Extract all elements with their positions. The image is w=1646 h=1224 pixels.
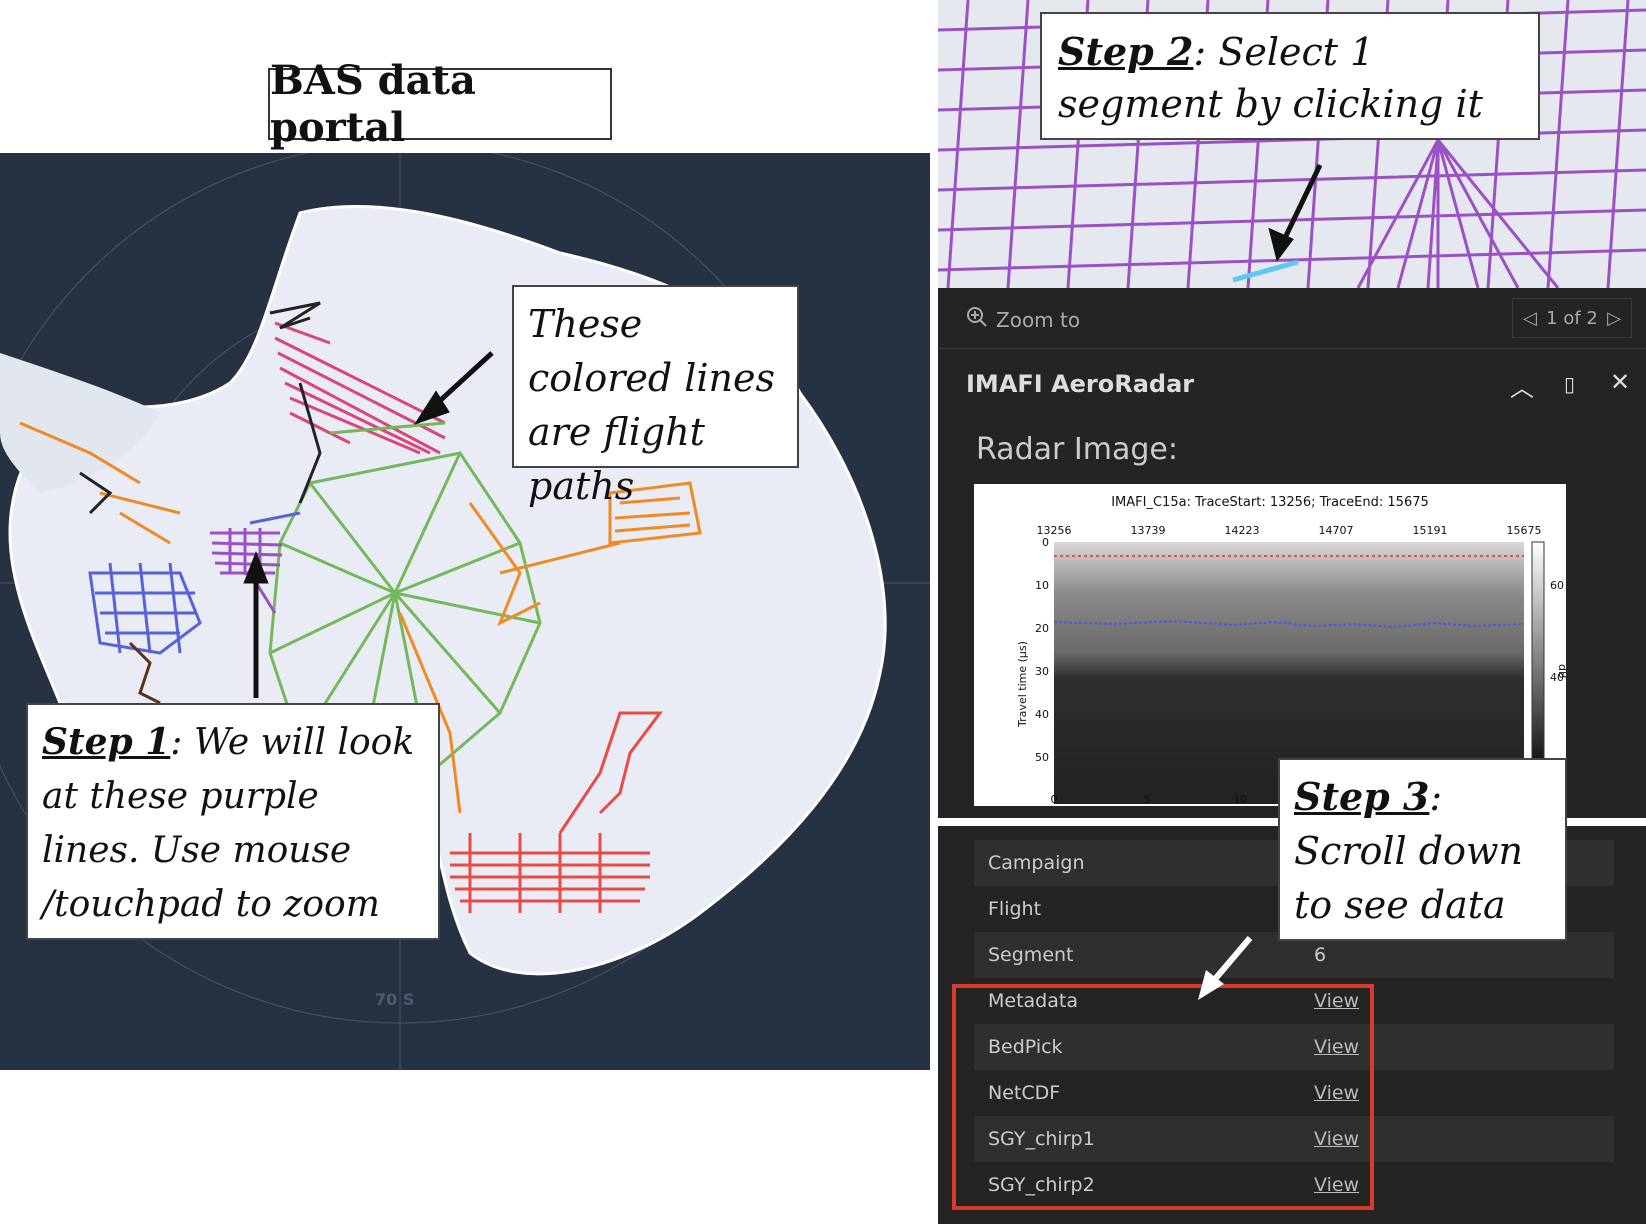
top-tick-label: 15191 [1413,524,1448,537]
popup-title: IMAFI AeroRadar [966,370,1195,398]
bottom-tick-label: 10 [1233,793,1247,806]
y-tick-label: 40 [1035,708,1049,721]
table-row-value: 6 [1314,944,1327,966]
colorbar-tick-label: 60 [1550,579,1564,592]
page-title: BAS data portal [268,57,612,151]
y-tick-label: 0 [1042,536,1049,549]
zoom-to-button[interactable]: Zoom to [966,306,1080,333]
callout-step2: Step 2: Select 1 segment by clicking it [1040,12,1540,140]
table-row-key: Segment [988,944,1074,966]
colorbar [1531,541,1545,783]
step2-label: Step 2 [1058,29,1194,74]
y-axis-label: Travel time (μs) [1016,641,1029,728]
close-icon[interactable]: ✕ [1610,368,1630,396]
top-tick-label: 15675 [1507,524,1542,537]
next-icon[interactable]: ▷ [1607,308,1621,329]
top-tick-label: 14707 [1319,524,1354,537]
selected-segment[interactable] [1232,259,1299,283]
zoom-to-label: Zoom to [996,307,1081,332]
table-row-key: Flight [988,898,1042,920]
plot-title: IMAFI_C15a: TraceStart: 13256; TraceEnd:… [1111,495,1429,510]
callout-step3: Step 3: Scroll down to see data [1278,758,1567,941]
pager-label: 1 of 2 [1546,307,1598,329]
popup-toolbar: Zoom to ◁ 1 of 2 ▷ [938,288,1646,349]
radar-image-label: Radar Image: [976,432,1178,467]
zoom-in-icon [966,306,988,333]
top-tick-label: 13739 [1131,524,1166,537]
y-tick-label: 20 [1035,622,1049,635]
callout-step1: Step 1: We will look at these purple lin… [26,703,440,940]
y-tick-label: 10 [1035,579,1049,592]
y-tick-label: 50 [1035,751,1049,764]
collapse-icon[interactable]: ︿ [1510,368,1534,403]
bottom-tick-label: 5 [1144,793,1151,806]
latitude-label: 70 S [375,990,414,1009]
callout-flight-paths: These colored lines are flight paths [512,285,799,508]
pager: ◁ 1 of 2 ▷ [1512,298,1632,338]
dock-icon[interactable]: ▯ [1564,372,1575,396]
highlight-frame [952,984,1374,1210]
y-tick-label: 30 [1035,665,1049,678]
colorbar-tick-label: 40 [1550,671,1564,684]
table-row-key: Campaign [988,852,1085,874]
bottom-tick-label: 0 [1051,793,1058,806]
step3-label: Step 3 [1294,774,1430,819]
step1-label: Step 1 [42,721,171,763]
feature-popup: Zoom to ◁ 1 of 2 ▷ IMAFI AeroRadar ︿ ▯ ✕… [938,288,1646,818]
prev-icon[interactable]: ◁ [1523,308,1537,329]
top-tick-label: 14223 [1225,524,1260,537]
arrow-to-table [1198,936,1253,1000]
